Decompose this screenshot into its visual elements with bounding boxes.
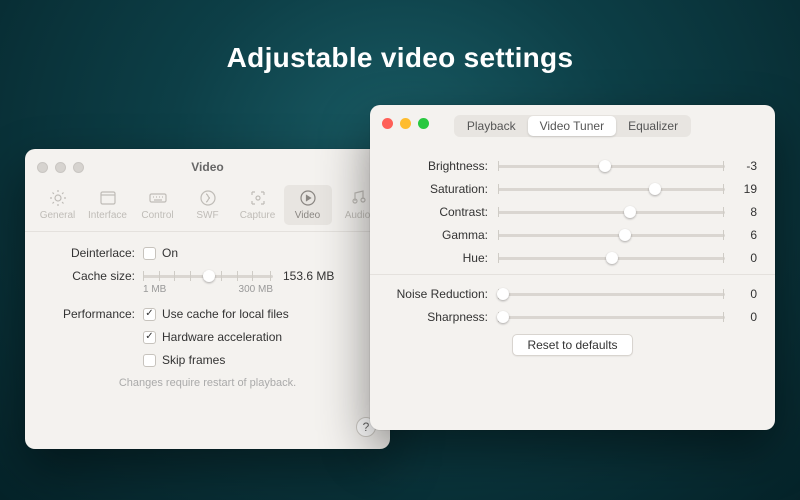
cache-slider[interactable] <box>143 269 273 283</box>
slider-value: 6 <box>725 228 757 242</box>
video-settings-body: Deinterlace: On Cache size: 153.6 MB 1 M… <box>25 232 390 401</box>
divider <box>370 274 775 275</box>
video-tuner-window: Playback Video Tuner Equalizer Brightnes… <box>370 105 775 430</box>
slider-label: Noise Reduction: <box>388 287 498 301</box>
slider-label: Hue: <box>388 251 498 265</box>
slider-value: 0 <box>725 310 757 324</box>
tab-video[interactable]: Video <box>284 185 332 225</box>
tuner-body: Brightness: -3 Saturation: 19 Contrast: 8 Gamm… <box>370 141 775 368</box>
use-cache-label: Use cache for local files <box>162 307 289 321</box>
slider-value: -3 <box>725 159 757 173</box>
reset-button[interactable]: Reset to defaults <box>512 334 632 356</box>
titlebar: Playback Video Tuner Equalizer <box>370 105 775 141</box>
deinterlace-label: Deinterlace: <box>43 246 143 260</box>
slider-label: Saturation: <box>388 182 498 196</box>
slider[interactable] <box>498 287 725 301</box>
slider-label: Contrast: <box>388 205 498 219</box>
slider-value: 19 <box>725 182 757 196</box>
deinterlace-checkbox[interactable] <box>143 247 156 260</box>
music-icon <box>349 189 367 207</box>
cache-label: Cache size: <box>43 269 143 283</box>
hw-accel-checkbox[interactable] <box>143 331 156 344</box>
cache-max: 300 MB <box>239 284 273 295</box>
hero-title: Adjustable video settings <box>0 42 800 74</box>
window-title: Video <box>25 160 390 174</box>
tab-video-tuner[interactable]: Video Tuner <box>528 116 617 136</box>
play-circle-icon <box>299 189 317 207</box>
deinterlace-option: On <box>162 246 178 260</box>
flash-icon <box>199 189 217 207</box>
slider[interactable] <box>498 310 725 324</box>
use-cache-checkbox[interactable] <box>143 308 156 321</box>
tab-capture[interactable]: Capture <box>234 185 282 225</box>
skip-frames-checkbox[interactable] <box>143 354 156 367</box>
titlebar: Video <box>25 149 390 185</box>
tab-swf[interactable]: SWF <box>184 185 232 225</box>
slider[interactable] <box>498 228 725 242</box>
skip-frames-label: Skip frames <box>162 353 225 367</box>
slider-value: 0 <box>725 251 757 265</box>
cache-min: 1 MB <box>143 284 166 295</box>
tab-general[interactable]: General <box>34 185 82 225</box>
capture-icon <box>249 189 267 207</box>
keyboard-icon <box>149 189 167 207</box>
performance-label: Performance: <box>43 307 143 321</box>
slider-label: Sharpness: <box>388 310 498 324</box>
slider-label: Brightness: <box>388 159 498 173</box>
hw-accel-label: Hardware acceleration <box>162 330 282 344</box>
window-icon <box>99 189 117 207</box>
cache-value: 153.6 MB <box>283 269 334 283</box>
slider[interactable] <box>498 159 725 173</box>
tab-interface[interactable]: Interface <box>84 185 132 225</box>
preferences-toolbar: General Interface Control SWF Capture Vi… <box>25 185 390 232</box>
gear-icon <box>49 189 67 207</box>
segmented-control: Playback Video Tuner Equalizer <box>454 115 691 137</box>
restart-note: Changes require restart of playback. <box>43 377 372 389</box>
slider-label: Gamma: <box>388 228 498 242</box>
slider-value: 0 <box>725 287 757 301</box>
slider-value: 8 <box>725 205 757 219</box>
slider[interactable] <box>498 182 725 196</box>
tab-equalizer[interactable]: Equalizer <box>616 116 690 136</box>
slider[interactable] <box>498 205 725 219</box>
video-preferences-window: Video General Interface Control SWF Capt… <box>25 149 390 449</box>
slider[interactable] <box>498 251 725 265</box>
tab-control[interactable]: Control <box>134 185 182 225</box>
tab-playback[interactable]: Playback <box>455 116 528 136</box>
